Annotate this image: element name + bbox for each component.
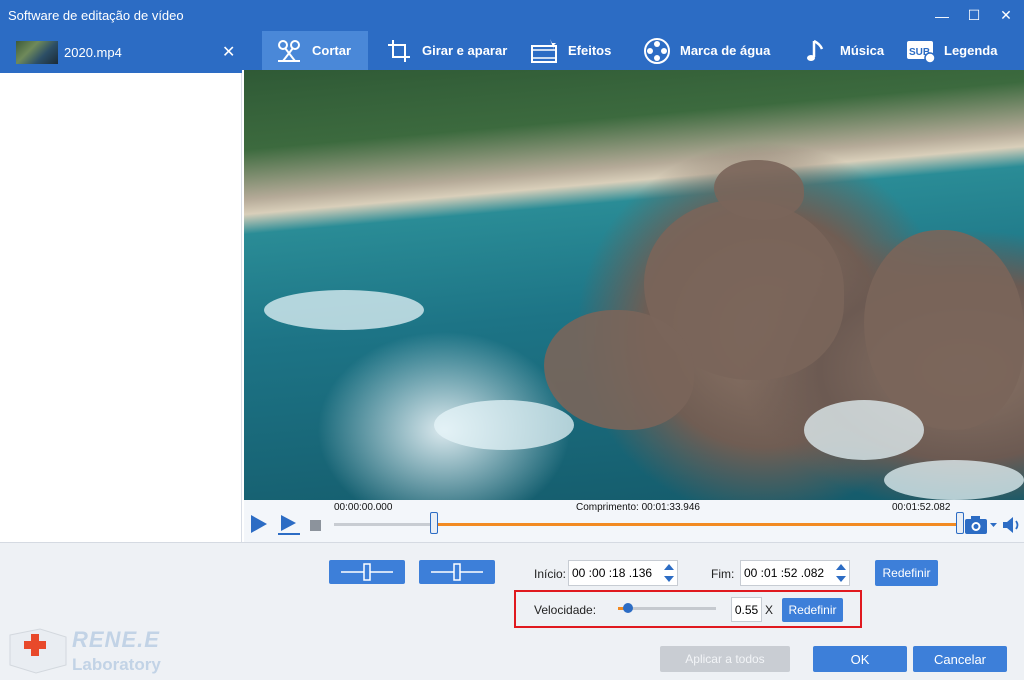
file-list-panel: 2020.mp4 ✕ <box>0 31 242 542</box>
remove-file-icon[interactable]: ✕ <box>222 42 235 62</box>
wave-foam <box>434 400 574 450</box>
start-time-value: 00 :00 :18 .136 <box>572 566 653 580</box>
minimize-button[interactable]: — <box>926 0 958 31</box>
trim-reset-button[interactable]: Redefinir <box>875 560 938 586</box>
timeline-selection <box>434 523 960 526</box>
end-time-spinner[interactable] <box>835 563 847 583</box>
volume-icon[interactable] <box>1002 516 1022 537</box>
tab-label: Girar e aparar <box>422 43 508 58</box>
play-segment-icon[interactable] <box>277 514 301 539</box>
timeline: 00:00:00.000 Comprimento: 00:01:33.946 0… <box>244 500 1024 542</box>
play-icon[interactable] <box>250 514 268 537</box>
ok-button[interactable]: OK <box>813 646 907 672</box>
brand-subtitle: Laboratory <box>72 655 161 674</box>
wave-foam <box>884 460 1024 500</box>
brand-logo: RENE.E Laboratory <box>6 625 176 677</box>
edit-tabs: Cortar Girar e aparar Efeitos Marca de á… <box>242 31 1024 70</box>
end-time-value: 00 :01 :52 .082 <box>744 566 825 580</box>
timeline-length: Comprimento: 00:01:33.946 <box>576 502 700 513</box>
wave-foam <box>804 400 924 460</box>
set-start-button[interactable] <box>329 560 405 584</box>
end-time-input[interactable]: 00 :01 :52 .082 <box>740 560 850 586</box>
crop-icon <box>384 36 414 66</box>
scissors-icon <box>274 36 304 66</box>
cancel-button[interactable]: Cancelar <box>913 646 1007 672</box>
tab-label: Marca de água <box>680 43 771 58</box>
trim-end-handle[interactable] <box>956 512 964 534</box>
title-bar: Software de editação de vídeo — ☐ ✕ <box>0 0 1024 31</box>
trim-start-handle[interactable] <box>430 512 439 534</box>
film-reel-icon <box>642 36 672 66</box>
start-time-input[interactable]: 00 :00 :18 .136 <box>568 560 678 586</box>
file-list-item[interactable]: 2020.mp4 ✕ <box>0 31 242 73</box>
maximize-button[interactable]: ☐ <box>958 0 990 31</box>
tab-label: Cortar <box>312 43 352 58</box>
set-end-button[interactable] <box>419 560 495 584</box>
speed-reset-button[interactable]: Redefinir <box>782 598 843 622</box>
snapshot-camera-icon[interactable] <box>964 515 998 538</box>
rock-shape <box>544 310 694 430</box>
speed-unit: X <box>765 603 774 617</box>
tab-musica[interactable]: Música <box>802 31 884 70</box>
tab-cortar[interactable]: Cortar <box>262 31 368 70</box>
subtitle-icon: SUB <box>906 36 936 66</box>
film-effects-icon <box>530 36 560 66</box>
wave-foam <box>264 290 424 330</box>
speed-slider-knob[interactable] <box>622 603 633 613</box>
speed-value-input[interactable]: 0.55 <box>731 597 762 622</box>
video-thumbnail <box>16 41 58 64</box>
rock-shape <box>864 230 1024 430</box>
music-note-icon <box>802 36 832 66</box>
brand-name: RENE.E <box>72 627 160 652</box>
close-button[interactable]: ✕ <box>990 0 1022 31</box>
start-time-label: Início: <box>534 567 567 581</box>
start-time-spinner[interactable] <box>663 563 675 583</box>
speed-slider-track[interactable] <box>618 603 716 613</box>
timeline-start-time: 00:00:00.000 <box>334 502 393 513</box>
spin-up-icon[interactable] <box>836 563 846 571</box>
timeline-track[interactable] <box>334 523 960 526</box>
end-time-label: Fim: <box>711 567 735 581</box>
apply-all-button[interactable]: Aplicar a todos <box>660 646 790 672</box>
speed-label: Velocidade: <box>534 603 597 617</box>
speed-value: 0.55 <box>734 602 759 617</box>
bottom-panel: Início: 00 :00 :18 .136 Fim: 00 :01 :52 … <box>0 542 1024 680</box>
timeline-end-time: 00:01:52.082 <box>892 502 951 513</box>
tab-legenda[interactable]: SUB Legenda <box>906 31 997 70</box>
tab-label: Efeitos <box>568 43 612 58</box>
tab-label: Legenda <box>944 43 998 58</box>
stop-icon[interactable] <box>310 519 321 534</box>
spin-down-icon[interactable] <box>836 575 846 583</box>
tab-efeitos[interactable]: Efeitos <box>530 31 611 70</box>
tab-girar-e-aparar[interactable]: Girar e aparar <box>384 31 507 70</box>
video-preview[interactable] <box>244 70 1024 500</box>
spin-up-icon[interactable] <box>664 563 674 571</box>
tab-marca-de-agua[interactable]: Marca de água <box>642 31 770 70</box>
spin-down-icon[interactable] <box>664 575 674 583</box>
file-name: 2020.mp4 <box>64 45 122 60</box>
tab-label: Música <box>840 43 885 58</box>
window-title: Software de editação de vídeo <box>8 8 184 23</box>
